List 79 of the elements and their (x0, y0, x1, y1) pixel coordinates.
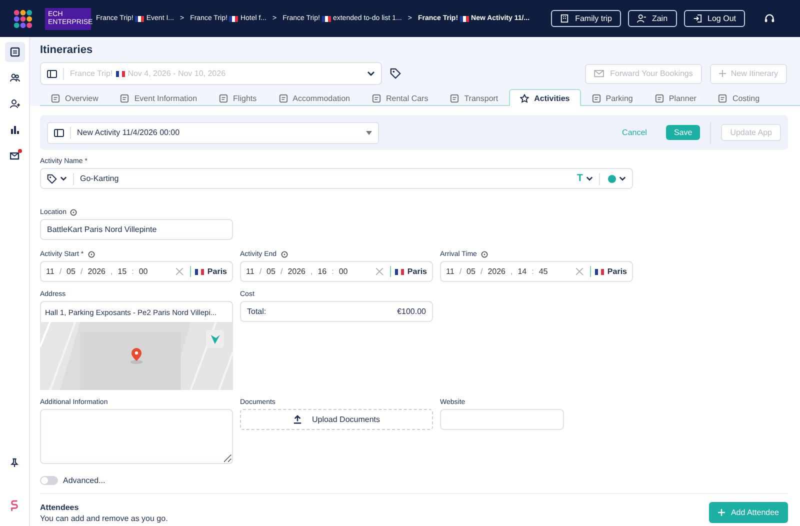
top-button[interactable]: Log Out (684, 10, 745, 27)
france-flag-icon (395, 268, 404, 274)
activity-select[interactable]: New Activity 11/4/2026 00:00 (47, 122, 379, 144)
tab[interactable]: Overview (40, 89, 110, 106)
sidebar-item[interactable] (4, 42, 24, 62)
plus-icon (718, 509, 725, 516)
help-icon[interactable] (480, 251, 488, 258)
user-icon (636, 14, 646, 23)
datetime-field[interactable]: 11 / 05 / 2026 , 15 : 00 Paris (40, 261, 233, 282)
tag-icon (47, 174, 57, 184)
help-icon[interactable] (280, 251, 288, 258)
france-flag-icon (116, 70, 125, 76)
notification-dot (18, 149, 22, 153)
france-flag-icon (460, 16, 470, 22)
chevron-down-icon (367, 71, 375, 76)
building-icon (560, 14, 570, 23)
tab[interactable]: Rental Cars (360, 89, 440, 106)
tab[interactable]: Activities (509, 89, 581, 106)
additional-info-field[interactable] (40, 409, 233, 464)
bar-chart-icon (10, 125, 20, 135)
location-field[interactable]: BattleKart Paris Nord Villepinte (40, 219, 233, 240)
star-icon (520, 94, 530, 102)
pin-icon[interactable] (10, 458, 19, 467)
chevron-down-icon (60, 176, 67, 181)
cost-field[interactable]: Total: €100.00 (240, 301, 433, 322)
document-icon (718, 94, 728, 102)
chevron-down-icon (619, 176, 626, 181)
top-button[interactable]: Family trip (551, 10, 621, 27)
tag-icon[interactable] (390, 68, 401, 79)
datetime-field[interactable]: 11 / 05 / 2026 , 14 : 45 Paris (440, 261, 633, 282)
brand-logo-icon (10, 499, 19, 512)
advanced-toggle[interactable] (40, 476, 58, 485)
document-icon (592, 94, 601, 102)
help-icon[interactable] (70, 209, 78, 216)
tab[interactable]: Flights (208, 89, 268, 106)
logo-icon (13, 8, 33, 28)
tab[interactable]: Planner (644, 89, 708, 106)
document-icon (219, 94, 228, 102)
website-field[interactable] (440, 409, 564, 430)
itinerary-name: France Trip! (70, 69, 113, 78)
document-icon (450, 94, 460, 102)
document-icon (654, 94, 664, 102)
color-dot[interactable] (608, 174, 616, 182)
tab[interactable]: Transport (439, 89, 510, 106)
login-icon (692, 14, 702, 23)
document-icon (372, 94, 381, 102)
plus-icon (718, 70, 726, 77)
toggle-label: Advanced... (63, 476, 106, 485)
mail-icon (10, 151, 20, 161)
mail-forward-icon (594, 70, 606, 78)
page-title: Itineraries (40, 44, 94, 56)
france-flag-icon (322, 16, 331, 22)
chevron-down-icon (586, 176, 593, 181)
upload-documents-button[interactable]: Upload Documents (240, 409, 433, 430)
section-title: Attendees (40, 502, 80, 512)
people-icon (10, 73, 20, 83)
france-flag-icon (595, 268, 604, 274)
tab[interactable]: Costing (707, 89, 771, 106)
france-flag-icon (195, 268, 204, 274)
france-flag-icon (135, 16, 144, 22)
document-icon (10, 47, 20, 57)
sidebar-layout-icon (47, 70, 57, 78)
sidebar-layout-icon (54, 128, 64, 136)
france-flag-icon (229, 16, 238, 22)
caret-down-icon (366, 130, 372, 134)
add-user-icon (10, 99, 20, 109)
help-icon[interactable] (88, 251, 95, 258)
tab[interactable]: Parking (580, 89, 644, 106)
datetime-field[interactable]: 11 / 05 / 2026 , 16 : 00 Paris (240, 261, 433, 282)
upload-icon (292, 415, 302, 424)
activity-name-field[interactable]: Go-Karting T (40, 168, 633, 189)
top-button[interactable]: Zain (628, 10, 677, 27)
section-subtitle: You can add and remove as you go. (40, 514, 168, 522)
document-icon (278, 94, 288, 102)
document-icon (51, 94, 60, 102)
document-icon (120, 94, 130, 102)
headset-icon[interactable] (764, 13, 775, 24)
tab[interactable]: Event Information (109, 89, 208, 106)
tab[interactable]: Accommodation (268, 89, 361, 106)
